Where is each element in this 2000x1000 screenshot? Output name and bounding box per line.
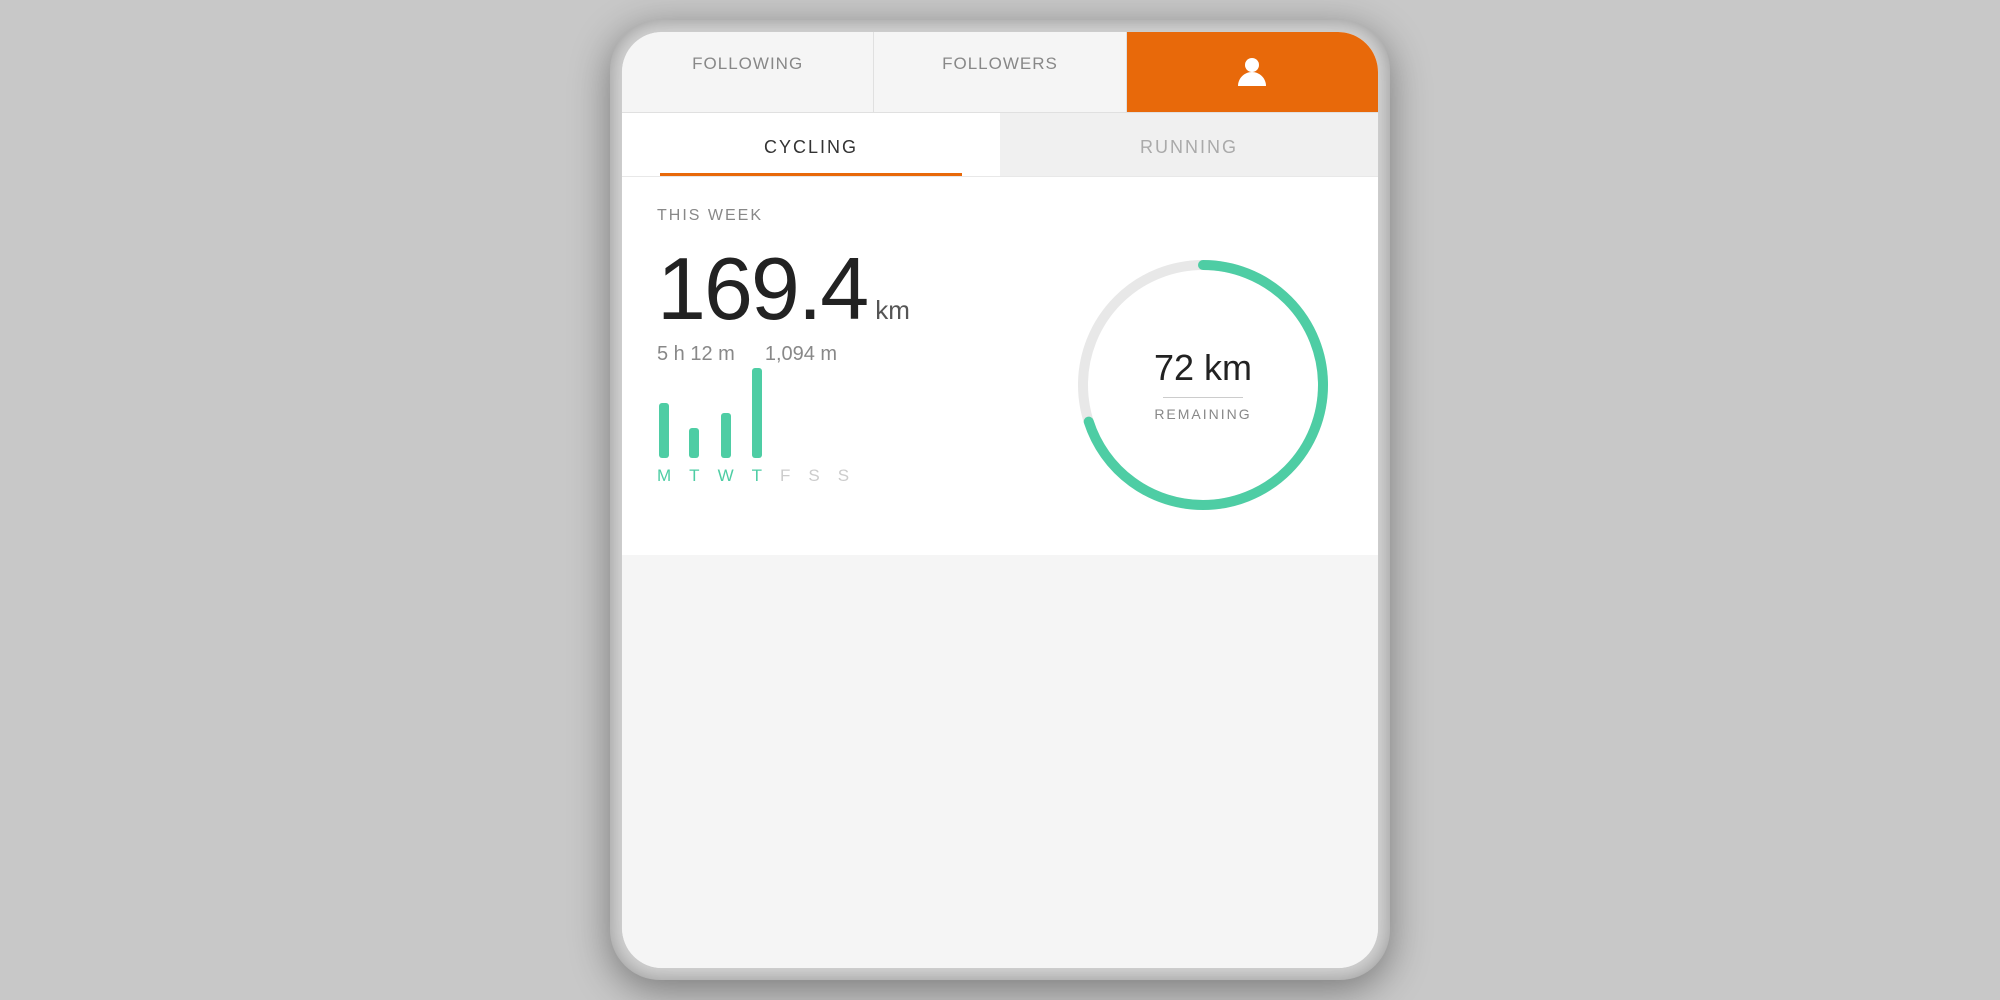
elevation-stat: 1,094 m [765, 343, 837, 366]
bar [752, 368, 762, 458]
bar [659, 403, 669, 458]
cycling-tab-label: CYCLING [764, 137, 858, 157]
duration-stat: 5 h 12 m [657, 343, 735, 366]
content-area: CYCLING RUNNING THIS WEEK 169.4 km [622, 113, 1378, 968]
activity-tabs: CYCLING RUNNING [622, 113, 1378, 177]
bar-day-label: S [808, 466, 819, 486]
stats-left: 169.4 km 5 h 12 m 1,094 m MTWTFSS [657, 245, 1043, 516]
phone-screen: FOLLOWING FOLLOWERS CYCLING RU [622, 32, 1378, 968]
person-icon [1234, 54, 1270, 90]
bar-day-label: S [838, 466, 849, 486]
remaining-value: 72 km [1154, 347, 1252, 389]
distance-unit: km [875, 295, 910, 326]
bar [721, 413, 731, 458]
running-tab-label: RUNNING [1140, 137, 1238, 157]
circle-content: 72 km REMAINING [1154, 347, 1252, 424]
profile-tab[interactable] [1127, 32, 1378, 112]
stats-panel: THIS WEEK 169.4 km 5 h 12 m 1,094 m [622, 177, 1378, 555]
following-label: FOLLOWING [692, 54, 803, 73]
following-tab[interactable]: FOLLOWING [622, 32, 874, 112]
top-nav: FOLLOWING FOLLOWERS [622, 32, 1378, 113]
stats-row: 169.4 km 5 h 12 m 1,094 m MTWTFSS [657, 245, 1343, 525]
this-week-label: THIS WEEK [657, 207, 1343, 225]
remaining-divider [1163, 397, 1243, 398]
bar-day-label: T [689, 466, 699, 486]
bar-day-label: F [780, 466, 790, 486]
distance-row: 169.4 km [657, 245, 1043, 333]
sub-stats: 5 h 12 m 1,094 m [657, 343, 1043, 366]
bar-column: M [657, 403, 671, 486]
phone-frame: FOLLOWING FOLLOWERS CYCLING RU [610, 20, 1390, 980]
bar-column: W [718, 413, 734, 486]
bar-day-label: T [752, 466, 762, 486]
followers-tab[interactable]: FOLLOWERS [874, 32, 1126, 112]
circle-progress: 72 km REMAINING [1063, 245, 1343, 525]
running-tab[interactable]: RUNNING [1000, 113, 1378, 176]
bar-column: F [780, 458, 790, 486]
bar-chart: MTWTFSS [657, 396, 1043, 516]
bar [689, 428, 699, 458]
bar-column: T [689, 428, 699, 486]
bar-day-label: W [718, 466, 734, 486]
bar-column: S [838, 458, 849, 486]
bar-column: T [752, 368, 762, 486]
bar-day-label: M [657, 466, 671, 486]
remaining-label: REMAINING [1154, 406, 1251, 422]
distance-value: 169.4 [657, 245, 867, 333]
bar-column: S [808, 458, 819, 486]
followers-label: FOLLOWERS [942, 54, 1058, 73]
cycling-tab[interactable]: CYCLING [622, 113, 1000, 176]
